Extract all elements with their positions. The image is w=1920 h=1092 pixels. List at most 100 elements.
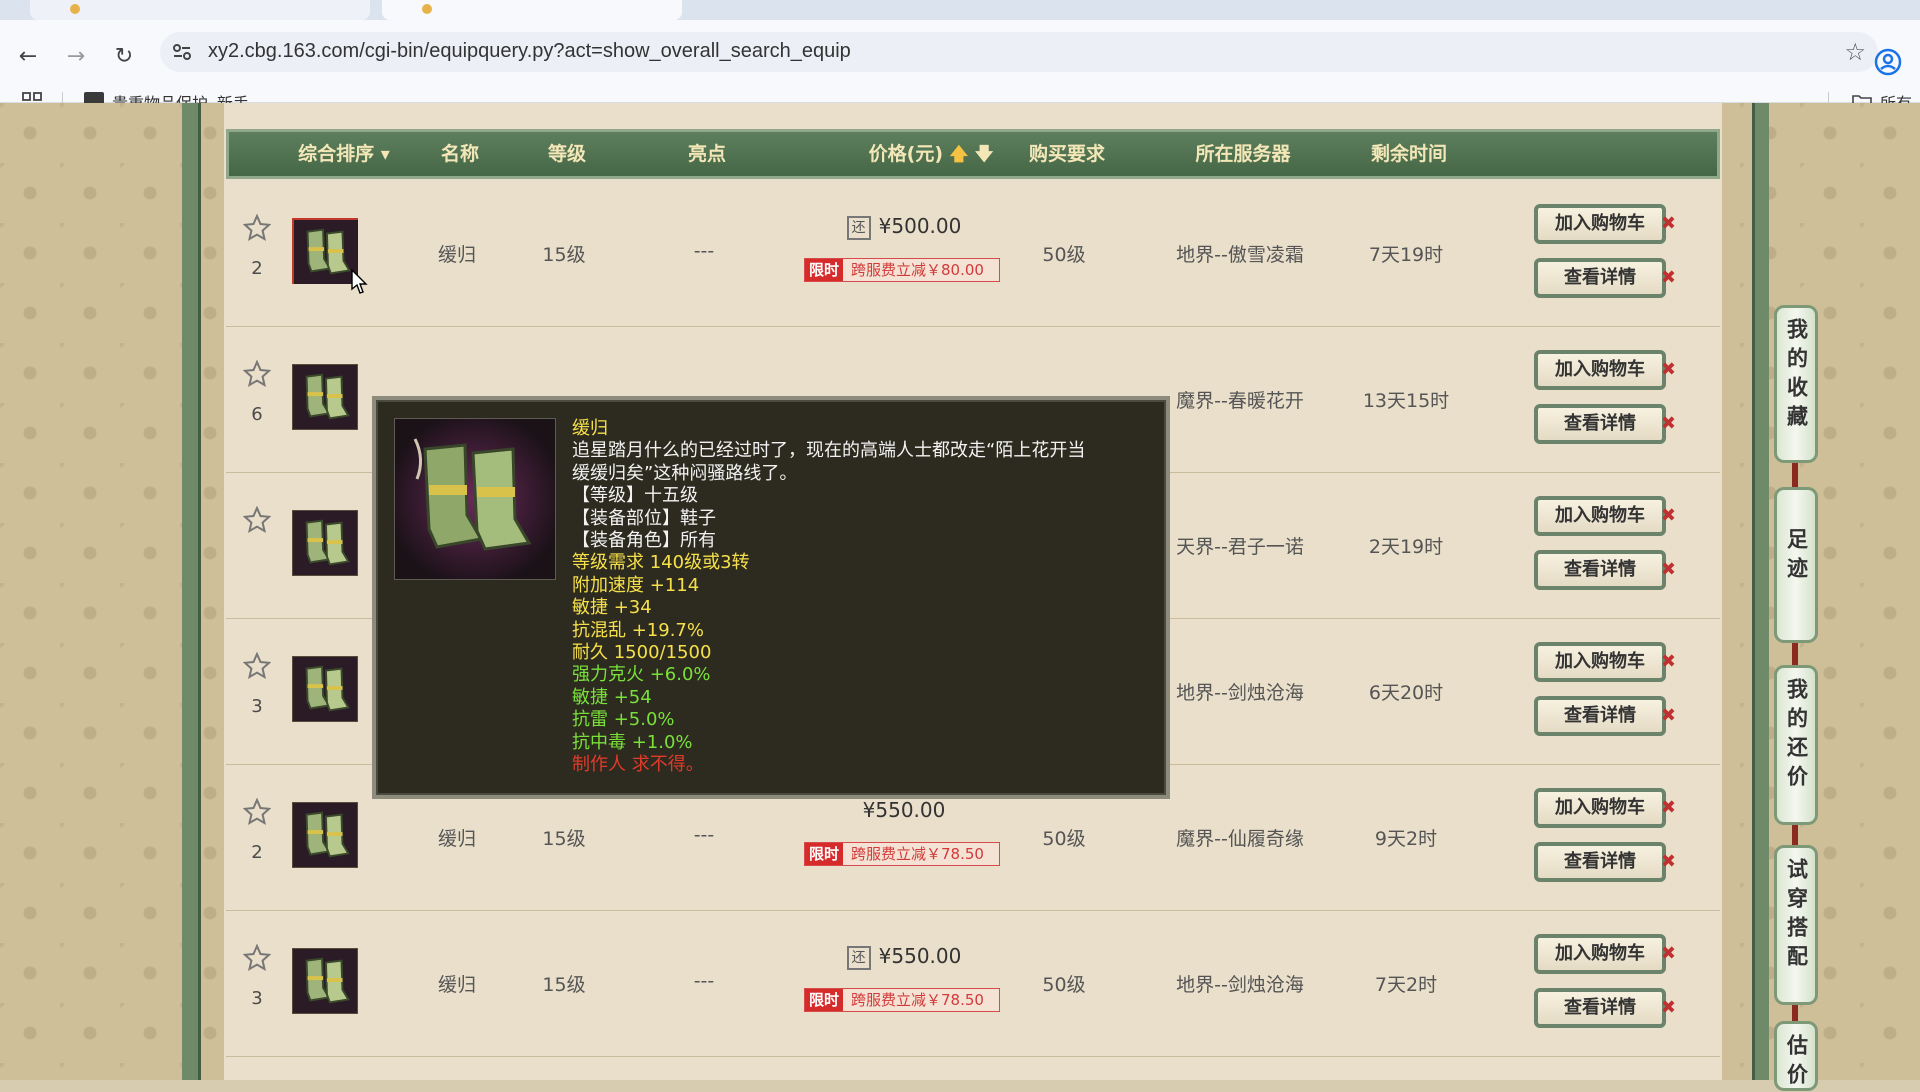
- favorite-star-icon[interactable]: [242, 213, 272, 242]
- view-details-button[interactable]: 查看详情 ✖: [1534, 258, 1676, 298]
- item-price: 还 ¥550.00: [804, 944, 1004, 970]
- tooltip-chaos-resist: 抗混乱 +19.7%: [572, 619, 704, 641]
- button-ornament-icon: ✖: [1660, 267, 1676, 288]
- bookmark-star-icon[interactable]: ☆: [1844, 38, 1866, 66]
- tooltip-maker: 制作人 求不得。: [572, 754, 704, 776]
- server-name: 魔界--春暖花开: [1176, 390, 1304, 412]
- estimate-button[interactable]: 估价: [1774, 1021, 1818, 1092]
- item-thumbnail[interactable]: [292, 948, 358, 1014]
- address-bar[interactable]: xy2.cbg.163.com/cgi-bin/equipquery.py?ac…: [160, 32, 1878, 72]
- reload-icon[interactable]: ↻: [106, 38, 142, 74]
- tooltip-thunder-resist: 抗雷 +5.0%: [572, 709, 675, 731]
- server-name: 地界--傲雪凌霜: [1176, 244, 1304, 266]
- favorite-star-icon[interactable]: [242, 359, 272, 388]
- caret-down-icon: ▾: [380, 144, 390, 165]
- item-thumbnail[interactable]: [292, 510, 358, 576]
- remaining-time: 13天15时: [1362, 390, 1450, 412]
- tooltip-slot: 【装备部位】鞋子: [572, 507, 716, 529]
- my-favorites-button[interactable]: 我的收藏: [1774, 305, 1818, 463]
- purchase-requirement: 50级: [1042, 244, 1086, 266]
- tab-favicon: [422, 4, 432, 14]
- add-to-cart-button[interactable]: 加入购物车 ✖: [1534, 350, 1676, 390]
- tooltip-desc-1: 追星踏月什么的已经过时了，现在的高端人士都改走“陌上花开当: [572, 440, 1086, 462]
- sort-asc-icon[interactable]: 🡅: [950, 144, 969, 165]
- sort-dropdown[interactable]: 综合排序 ▾: [289, 132, 399, 176]
- bargain-icon: 还: [846, 215, 871, 240]
- add-to-cart-button[interactable]: 加入购物车 ✖: [1534, 788, 1676, 828]
- header-level: 等级: [547, 143, 586, 165]
- remaining-time: 7天2时: [1374, 974, 1438, 996]
- sort-desc-icon[interactable]: 🡇: [975, 144, 994, 165]
- table-row[interactable]: 3 缓归 15级 --- 还 ¥550.00 限时 跨服费立减￥78.50 50级 地界--剑烛沧…: [226, 910, 1720, 1057]
- price-label: 价格(元): [868, 143, 944, 165]
- promo-tag: 限时: [805, 843, 843, 865]
- item-price: 还 ¥500.00: [804, 214, 1004, 240]
- bargain-icon: 还: [846, 945, 871, 970]
- my-bargain-button[interactable]: 我的还价: [1774, 665, 1818, 825]
- favorite-star-icon[interactable]: [242, 505, 272, 534]
- try-on-button[interactable]: 试穿搭配: [1774, 845, 1818, 1005]
- tooltip-desc-2: 缓缓归矣”这种闷骚路线了。: [572, 462, 798, 484]
- tooltip-agility-2: 敏捷 +54: [572, 686, 652, 708]
- item-level: 15级: [542, 974, 586, 996]
- button-ornament-icon: ✖: [1660, 705, 1676, 726]
- favorite-count: 3: [251, 696, 263, 717]
- promo-badge: 限时 跨服费立减￥78.50: [804, 842, 1000, 866]
- left-frame-border: [182, 103, 201, 1080]
- footprint-label: 足迹: [1777, 490, 1815, 586]
- view-details-label: 查看详情: [1564, 997, 1636, 1018]
- item-thumbnail[interactable]: [292, 364, 358, 430]
- price-value: ¥550.00: [862, 798, 946, 822]
- browser-tab-1[interactable]: [30, 0, 370, 20]
- profile-icon[interactable]: [1874, 48, 1902, 76]
- browser-tab-2[interactable]: [382, 0, 682, 20]
- item-name: 缓归: [437, 828, 476, 850]
- add-to-cart-button[interactable]: 加入购物车 ✖: [1534, 496, 1676, 536]
- tooltip-speed: 附加速度 +114: [572, 574, 700, 596]
- header-price[interactable]: 价格(元) 🡅 🡇: [841, 132, 1021, 176]
- site-settings-icon[interactable]: [172, 42, 192, 62]
- server-name: 天界--君子一诺: [1176, 536, 1304, 558]
- view-details-button[interactable]: 查看详情 ✖: [1534, 842, 1676, 882]
- button-ornament-icon: ✖: [1660, 943, 1676, 964]
- tooltip-poison-resist: 抗中毒 +1.0%: [572, 731, 693, 753]
- button-ornament-icon: ✖: [1660, 505, 1676, 526]
- favorite-star-icon[interactable]: [242, 797, 272, 826]
- table-header: 综合排序 ▾ 名称 等级 亮点 价格(元) 🡅 🡇 购买要求 所在服务器 剩余时…: [226, 129, 1720, 179]
- add-to-cart-button[interactable]: 加入购物车 ✖: [1534, 642, 1676, 682]
- tryon-text: 试穿搭配: [1784, 858, 1809, 974]
- server-name: 地界--剑烛沧海: [1176, 682, 1304, 704]
- item-tooltip: 缓归 追星踏月什么的已经过时了，现在的高端人士都改走“陌上花开当 缓缓归矣”这种…: [372, 396, 1170, 799]
- add-to-cart-button[interactable]: 加入购物车 ✖: [1534, 934, 1676, 974]
- try-on-label: 试穿搭配: [1777, 848, 1815, 974]
- table-row[interactable]: 2 缓归 15级 --- 还 ¥500.00 限时 跨服费立减￥80.00 50级 地界--傲雪凌…: [226, 180, 1720, 327]
- tooltip-role: 【装备角色】所有: [572, 530, 716, 552]
- item-level: 15级: [542, 244, 586, 266]
- item-thumbnail[interactable]: [292, 656, 358, 722]
- favorites-text: 我的收藏: [1784, 318, 1809, 434]
- item-thumbnail[interactable]: [292, 218, 358, 284]
- view-details-button[interactable]: 查看详情 ✖: [1534, 696, 1676, 736]
- bargain-text: 我的还价: [1784, 678, 1809, 794]
- favorite-star-icon[interactable]: [242, 943, 272, 972]
- url-text[interactable]: xy2.cbg.163.com/cgi-bin/equipquery.py?ac…: [208, 40, 851, 63]
- button-ornament-icon: ✖: [1660, 797, 1676, 818]
- footprint-button[interactable]: 足迹: [1774, 487, 1818, 643]
- view-details-button[interactable]: 查看详情 ✖: [1534, 988, 1676, 1028]
- server-name: 魔界--仙履奇缘: [1176, 828, 1304, 850]
- remaining-time: 9天2时: [1374, 828, 1438, 850]
- view-details-label: 查看详情: [1564, 559, 1636, 580]
- add-to-cart-button[interactable]: 加入购物车 ✖: [1534, 204, 1676, 244]
- favorite-star-icon[interactable]: [242, 651, 272, 680]
- sort-label: 综合排序: [298, 143, 375, 165]
- view-details-button[interactable]: 查看详情 ✖: [1534, 550, 1676, 590]
- tooltip-level-req: 等级需求 140级或3转: [572, 552, 750, 574]
- back-icon[interactable]: ←: [10, 38, 46, 74]
- forward-icon[interactable]: →: [58, 38, 94, 74]
- item-thumbnail[interactable]: [292, 802, 358, 868]
- view-details-button[interactable]: 查看详情 ✖: [1534, 404, 1676, 444]
- button-ornament-icon: ✖: [1660, 559, 1676, 580]
- my-bargain-label: 我的还价: [1777, 668, 1815, 794]
- promo-badge: 限时 跨服费立减￥78.50: [804, 988, 1000, 1012]
- tab-favicon: [70, 4, 80, 14]
